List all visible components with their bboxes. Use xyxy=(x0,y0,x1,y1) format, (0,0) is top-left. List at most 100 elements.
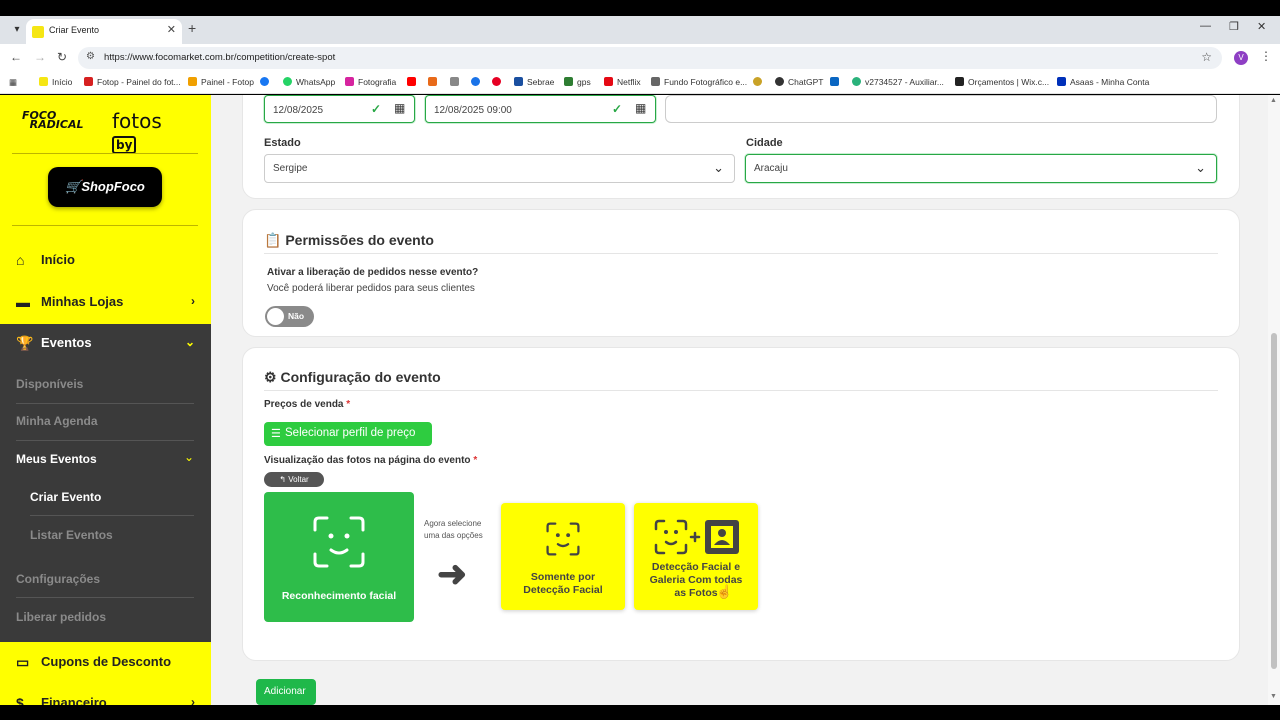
bookmark-item[interactable] xyxy=(492,77,505,87)
bookmark-item[interactable]: Fundo Fotográfico e... xyxy=(651,77,747,87)
divider xyxy=(12,153,198,154)
divider xyxy=(12,225,198,226)
bookmark-favicon-icon xyxy=(188,77,197,86)
adicionar-button[interactable]: Adicionar xyxy=(256,679,316,705)
scroll-up-icon[interactable]: ▲ xyxy=(1270,97,1277,104)
minimize-icon[interactable]: — xyxy=(1200,20,1211,32)
scroll-down-icon[interactable]: ▼ xyxy=(1270,693,1277,700)
sidebar-item-inicio[interactable]: ⌂ Início xyxy=(0,242,211,278)
bookmark-label: ChatGPT xyxy=(788,77,824,87)
bookmark-item[interactable]: ChatGPT xyxy=(775,77,823,87)
voltar-button[interactable]: ↰ Voltar xyxy=(264,472,324,487)
calendar-icon[interactable]: ▦ xyxy=(394,101,405,115)
bookmark-item[interactable] xyxy=(471,77,484,87)
new-tab-icon[interactable]: + xyxy=(188,20,196,36)
sidebar-item-label: Eventos xyxy=(41,335,92,350)
apps-grid-icon[interactable]: ▦ xyxy=(9,77,17,88)
bookmark-item[interactable] xyxy=(753,77,766,87)
bookmark-item[interactable]: Netflix xyxy=(604,77,641,87)
profile-avatar[interactable]: V xyxy=(1234,51,1248,65)
page-scrollbar[interactable]: ▲ ▼ xyxy=(1268,95,1280,705)
tab-search-icon[interactable]: ▾ xyxy=(8,21,26,39)
bookmark-item[interactable] xyxy=(450,77,463,87)
bookmark-item[interactable]: Painel - Fotop xyxy=(188,77,254,87)
bookmark-label: gps xyxy=(577,77,591,87)
reload-icon[interactable]: ↻ xyxy=(57,50,67,64)
sidebar-item-liberar-pedidos[interactable]: Liberar pedidos xyxy=(16,610,106,624)
select-price-profile-button[interactable]: ☰ Selecionar perfil de preço xyxy=(264,422,432,446)
shopfoco-button[interactable]: 🛒ShopFoco xyxy=(48,167,162,207)
bookmark-favicon-icon xyxy=(514,77,523,86)
bookmark-item[interactable]: Fotografia xyxy=(345,77,396,87)
bookmark-item[interactable]: WhatsApp xyxy=(283,77,335,87)
sidebar: FOCO RADICAL fotos by 🛒ShopFoco ⌂ Início… xyxy=(0,95,211,705)
home-icon: ⌂ xyxy=(16,252,25,268)
selection-hint: Agora selecione uma das opções xyxy=(424,519,483,540)
chevron-right-icon: › xyxy=(191,695,195,705)
start-date-field[interactable]: 12/08/2025 ✓ ▦ xyxy=(264,95,415,123)
bookmark-item[interactable] xyxy=(260,77,273,87)
scroll-thumb[interactable] xyxy=(1271,333,1277,669)
cidade-value: Aracaju xyxy=(754,163,788,174)
sidebar-item-minha-agenda[interactable]: Minha Agenda xyxy=(16,414,98,428)
bookmark-item[interactable] xyxy=(407,77,420,87)
sidebar-item-label: Cupons de Desconto xyxy=(41,654,172,669)
bookmark-item[interactable]: Fotop - Painel do fot... xyxy=(84,77,181,87)
option-reconhecimento-facial[interactable]: Reconhecimento facial xyxy=(264,492,414,622)
voltar-label: Voltar xyxy=(288,475,309,484)
bookmark-item[interactable] xyxy=(428,77,441,87)
tab-favicon-icon xyxy=(32,26,44,38)
browser-menu-icon[interactable]: ⋮ xyxy=(1260,49,1272,63)
calendar-icon[interactable]: ▦ xyxy=(635,101,646,115)
chevron-down-icon: ⌄ xyxy=(184,450,195,464)
bookmark-item[interactable]: Sebrae xyxy=(514,77,554,87)
liberacao-toggle[interactable]: Não xyxy=(265,306,314,327)
bookmark-star-icon[interactable]: ☆ xyxy=(1201,50,1212,64)
divider xyxy=(264,253,1218,254)
foco-radical-logo: FOCO RADICAL xyxy=(22,109,84,131)
sidebar-item-cupons[interactable]: ▭ Cupons de Desconto xyxy=(0,644,211,680)
site-info-icon[interactable]: ⚙ xyxy=(86,51,95,62)
bookmark-item[interactable]: v2734527 - Auxiliar... xyxy=(852,77,944,87)
sidebar-item-criar-evento[interactable]: Criar Evento xyxy=(30,490,101,504)
brand-logo[interactable]: FOCO RADICAL fotos by xyxy=(22,109,192,154)
bookmark-label: Fotografia xyxy=(358,77,397,87)
bookmark-favicon-icon xyxy=(564,77,573,86)
option-deteccao-galeria[interactable]: Detecção Facial e Galeria Com todas as F… xyxy=(634,503,758,610)
required-mark: * xyxy=(473,455,478,466)
sidebar-item-minhas-lojas[interactable]: ▬ Minhas Lojas › xyxy=(0,284,211,320)
sidebar-item-meus-eventos[interactable]: Meus Eventos xyxy=(16,452,97,466)
sidebar-item-eventos[interactable]: 🏆 Eventos ⌄ xyxy=(0,325,211,361)
bookmark-item[interactable]: gps xyxy=(564,77,591,87)
bookmark-favicon-icon xyxy=(84,77,93,86)
option-facial-label: Reconhecimento facial xyxy=(281,590,397,602)
bookmark-item[interactable] xyxy=(830,77,843,87)
config-title: ⚙ Configuração do evento xyxy=(264,369,441,386)
sidebar-item-configuracoes[interactable]: Configurações xyxy=(16,572,100,586)
face-gallery-icon xyxy=(654,519,739,555)
end-date-field[interactable]: 12/08/2025 09:00 ✓ ▦ xyxy=(425,95,656,123)
bookmark-item[interactable]: Asaas - Minha Conta xyxy=(1057,77,1149,87)
bookmark-item[interactable]: Início xyxy=(39,77,72,87)
bookmark-item[interactable]: Orçamentos | Wix.c... xyxy=(955,77,1049,87)
close-icon[interactable]: ✕ xyxy=(167,23,176,36)
bookmark-favicon-icon xyxy=(39,77,48,86)
cidade-select[interactable]: Aracaju ⌄ xyxy=(745,154,1217,183)
url-text[interactable]: https://www.focomarket.com.br/competitio… xyxy=(104,52,335,63)
sidebar-item-listar-eventos[interactable]: Listar Eventos xyxy=(30,528,113,542)
browser-tab[interactable]: Criar Evento ✕ xyxy=(26,19,182,44)
event-extra-field[interactable] xyxy=(665,95,1217,123)
browser-toolbar: ← → ↻ ⚙ https://www.focomarket.com.br/co… xyxy=(0,44,1280,72)
divider xyxy=(16,440,194,441)
forward-icon[interactable]: → xyxy=(34,50,46,64)
restore-icon[interactable]: ❐ xyxy=(1229,20,1239,33)
list-icon: ☰ xyxy=(271,428,281,440)
window-close-icon[interactable]: ✕ xyxy=(1257,20,1266,33)
option-deteccao-facial[interactable]: Somente por Detecção Facial xyxy=(501,503,625,610)
address-bar[interactable]: ⚙ https://www.focomarket.com.br/competit… xyxy=(78,47,1222,69)
back-icon[interactable]: ← xyxy=(10,50,22,64)
whatsapp-icon xyxy=(283,77,292,86)
estado-select[interactable]: Sergipe ⌄ xyxy=(264,154,735,183)
sidebar-item-financeiro[interactable]: $ Financeiro › xyxy=(0,685,211,705)
sidebar-item-disponiveis[interactable]: Disponíveis xyxy=(16,377,83,391)
